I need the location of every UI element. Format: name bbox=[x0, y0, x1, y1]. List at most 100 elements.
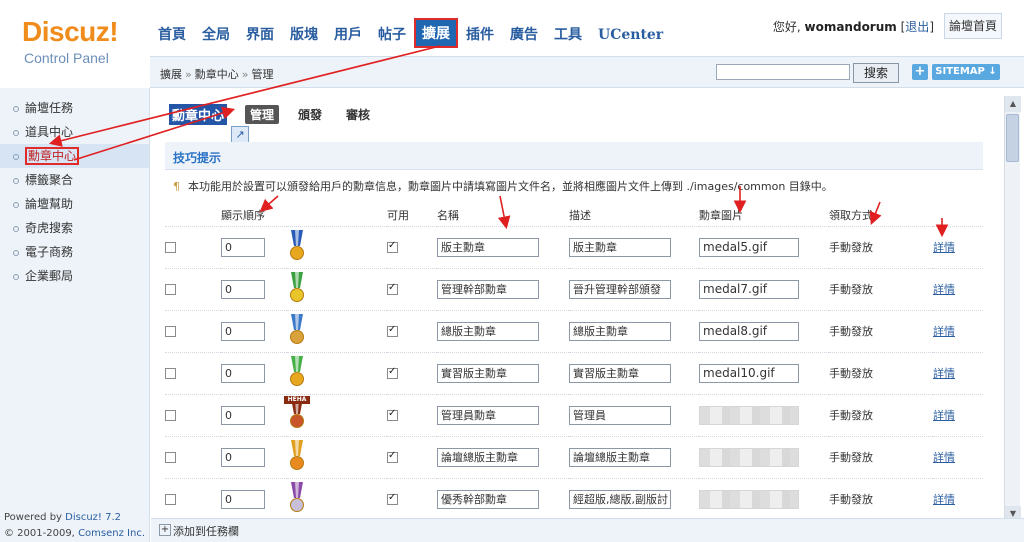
medal-name-input[interactable]: 實習版主勳章 bbox=[437, 363, 539, 383]
detail-link[interactable]: 詳情 bbox=[933, 367, 955, 380]
breadcrumb-medal-center[interactable]: 勳章中心 bbox=[195, 68, 239, 81]
delete-checkbox[interactable] bbox=[165, 326, 176, 337]
tips-text: ¶ 本功能用於設置可以頒發給用戶的勳章信息，勳章圖片中請填寫圖片文件名，並將相應圖… bbox=[173, 180, 833, 193]
detail-link[interactable]: 詳情 bbox=[933, 493, 955, 506]
sidebar-item-medal-center[interactable]: 勳章中心 bbox=[0, 144, 149, 168]
vertical-scrollbar[interactable]: ▲ ▼ bbox=[1004, 96, 1021, 522]
scroll-up-icon[interactable]: ▲ bbox=[1005, 96, 1021, 112]
logout-link[interactable]: 退出 bbox=[905, 20, 929, 34]
method-cell: 手動發放 bbox=[829, 268, 933, 311]
medal-name-input[interactable]: 版主勳章 bbox=[437, 237, 539, 257]
order-input[interactable]: 0 bbox=[221, 447, 265, 467]
nav-home[interactable]: 首頁 bbox=[150, 14, 194, 56]
delete-checkbox[interactable] bbox=[165, 242, 176, 253]
sidebar-item-help[interactable]: 論壇幫助 bbox=[0, 192, 149, 216]
col-desc: 描述 bbox=[569, 204, 699, 227]
medal-desc-input[interactable]: 實習版主勳章 bbox=[569, 363, 671, 383]
nav-extensions[interactable]: 擴展 bbox=[414, 18, 458, 48]
medal-name-input[interactable]: 管理幹部勳章 bbox=[437, 279, 539, 299]
method-cell: 手動發放 bbox=[829, 310, 933, 353]
medal-image-input[interactable]: medal10.gif bbox=[699, 363, 799, 383]
detail-link[interactable]: 詳情 bbox=[933, 451, 955, 464]
nav-ucenter[interactable]: UCenter bbox=[590, 14, 671, 56]
logo-brand: Discuz! bbox=[22, 16, 119, 47]
medal-name-input[interactable]: 管理員勳章 bbox=[437, 405, 539, 425]
detail-link[interactable]: 詳情 bbox=[933, 325, 955, 338]
comsenz-link[interactable]: Comsenz Inc. bbox=[78, 528, 145, 539]
order-input[interactable]: 0 bbox=[221, 279, 265, 299]
nav-global[interactable]: 全局 bbox=[194, 14, 238, 56]
sidebar-item-tags[interactable]: 標籤聚合 bbox=[0, 168, 149, 192]
main-content: 勳章中心 管理 頒發 審核 ↗ 技巧提示 ¶ 本功能用於設置可以頒發給用戶的勳章信… bbox=[151, 88, 1004, 518]
enabled-checkbox[interactable] bbox=[387, 450, 398, 463]
medal-desc-input[interactable]: 管理員 bbox=[569, 405, 671, 425]
scroll-thumb[interactable] bbox=[1006, 114, 1019, 162]
nav-forums[interactable]: 版塊 bbox=[282, 14, 326, 56]
delete-checkbox[interactable] bbox=[165, 284, 176, 295]
medal-desc-input[interactable]: 經超版,總版,副版討 bbox=[569, 489, 671, 509]
logo[interactable]: Discuz! Control Panel bbox=[0, 0, 150, 90]
nav-plugins[interactable]: 插件 bbox=[458, 14, 502, 56]
add-icon[interactable]: + bbox=[159, 524, 171, 536]
nav-tools[interactable]: 工具 bbox=[546, 14, 590, 56]
nav-ads[interactable]: 廣告 bbox=[502, 14, 546, 56]
search-button[interactable]: 搜索 bbox=[853, 63, 899, 83]
table-row: 0 論壇總版主勳章 論壇總版主勳章 手動發放詳情 bbox=[165, 436, 983, 479]
nav-users[interactable]: 用戶 bbox=[326, 14, 370, 56]
tab-review[interactable]: 審核 bbox=[341, 105, 375, 124]
enabled-checkbox[interactable] bbox=[387, 366, 398, 379]
breadcrumb-manage: 管理 bbox=[251, 68, 274, 81]
order-input[interactable]: 0 bbox=[221, 489, 265, 509]
medal-desc-input[interactable]: 論壇總版主勳章 bbox=[569, 447, 671, 467]
medal-icon bbox=[287, 230, 307, 264]
tab-award[interactable]: 頒發 bbox=[293, 105, 327, 124]
medal-desc-input[interactable]: 總版主勳章 bbox=[569, 321, 671, 341]
breadcrumb-extensions[interactable]: 擴展 bbox=[160, 68, 182, 81]
enabled-checkbox[interactable] bbox=[387, 282, 398, 295]
medal-image-input[interactable] bbox=[699, 447, 799, 467]
medal-desc-input[interactable]: 晉升管理幹部頒發 bbox=[569, 279, 671, 299]
delete-checkbox[interactable] bbox=[165, 368, 176, 379]
medal-image-input[interactable] bbox=[699, 489, 799, 509]
medal-image-input[interactable]: medal7.gif bbox=[699, 279, 799, 299]
delete-checkbox[interactable] bbox=[165, 494, 176, 505]
medal-image-input[interactable]: medal8.gif bbox=[699, 321, 799, 341]
medal-desc-input[interactable]: 版主勳章 bbox=[569, 237, 671, 257]
detail-link[interactable]: 詳情 bbox=[933, 409, 955, 422]
medal-name-input[interactable]: 論壇總版主勳章 bbox=[437, 447, 539, 467]
medal-name-input[interactable]: 總版主勳章 bbox=[437, 321, 539, 341]
enabled-checkbox[interactable] bbox=[387, 492, 398, 505]
enabled-checkbox[interactable] bbox=[387, 408, 398, 421]
order-input[interactable]: 0 bbox=[221, 405, 265, 425]
medal-name-input[interactable]: 優秀幹部勳章 bbox=[437, 489, 539, 509]
method-cell: 手動發放 bbox=[829, 394, 933, 437]
add-shortcut-button[interactable]: + bbox=[912, 64, 928, 80]
medal-image-input[interactable]: medal5.gif bbox=[699, 237, 799, 257]
sidebar-item-mail[interactable]: 企業郵局 bbox=[0, 264, 149, 288]
enabled-checkbox[interactable] bbox=[387, 240, 398, 253]
col-method: 領取方式 bbox=[829, 204, 933, 227]
detail-link[interactable]: 詳情 bbox=[933, 283, 955, 296]
delete-checkbox[interactable] bbox=[165, 410, 176, 421]
order-input[interactable]: 0 bbox=[221, 363, 265, 383]
sitemap-button[interactable]: SITEMAP ↓ bbox=[932, 64, 1000, 80]
order-input[interactable]: 0 bbox=[221, 321, 265, 341]
sidebar-item-ecommerce[interactable]: 電子商務 bbox=[0, 240, 149, 264]
medal-image-input[interactable] bbox=[699, 405, 799, 425]
forum-home-button[interactable]: 論壇首頁 bbox=[944, 13, 1002, 39]
detail-link[interactable]: 詳情 bbox=[933, 241, 955, 254]
delete-checkbox[interactable] bbox=[165, 452, 176, 463]
nav-posts[interactable]: 帖子 bbox=[370, 14, 414, 56]
sidebar-item-props[interactable]: 道具中心 bbox=[0, 120, 149, 144]
search-input[interactable] bbox=[716, 64, 850, 80]
add-to-taskbar-link[interactable]: 添加到任務欄 bbox=[173, 523, 239, 539]
order-input[interactable]: 0 bbox=[221, 237, 265, 257]
tab-manage[interactable]: 管理 bbox=[245, 105, 280, 124]
table-row: 0 總版主勳章 總版主勳章 medal8.gif 手動發放詳情 bbox=[165, 310, 983, 353]
enabled-checkbox[interactable] bbox=[387, 324, 398, 337]
sidebar-item-forum-tasks[interactable]: 論壇任務 bbox=[0, 96, 149, 120]
powered-link[interactable]: Discuz! 7.2 bbox=[65, 512, 121, 523]
sidebar-item-qihoo-search[interactable]: 奇虎搜索 bbox=[0, 216, 149, 240]
nav-interface[interactable]: 界面 bbox=[238, 14, 282, 56]
tips-header: 技巧提示 bbox=[165, 142, 983, 170]
